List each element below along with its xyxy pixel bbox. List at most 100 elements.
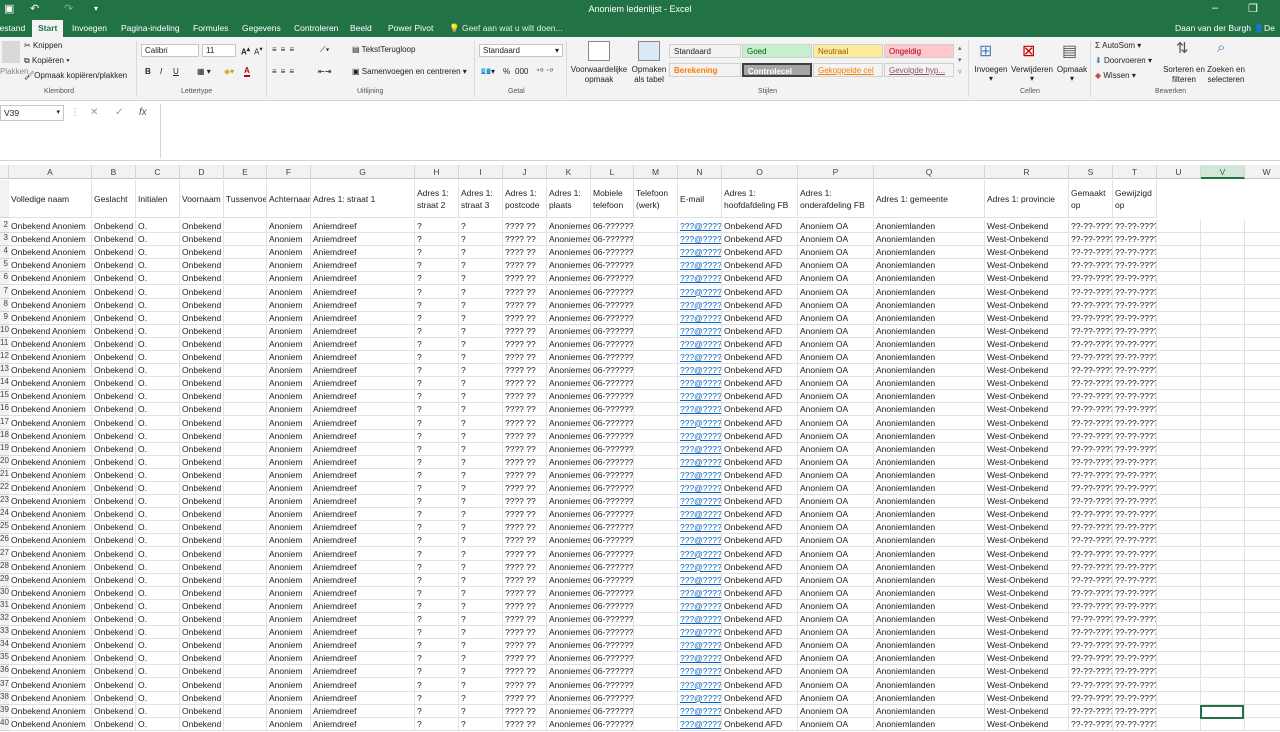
- table-cell[interactable]: [224, 311, 267, 325]
- table-cell[interactable]: [1157, 613, 1201, 627]
- table-cell[interactable]: Anoniem OA: [798, 455, 874, 469]
- table-cell[interactable]: ?: [415, 337, 459, 351]
- format-painter-button[interactable]: 🖌Opmaak kopiëren/plakken: [24, 71, 127, 80]
- table-cell[interactable]: [1245, 351, 1280, 365]
- table-cell[interactable]: Anoniemes: [547, 337, 591, 351]
- table-cell[interactable]: Anoniemes: [547, 403, 591, 417]
- table-cell[interactable]: [634, 508, 678, 522]
- table-cell[interactable]: [634, 403, 678, 417]
- row-header[interactable]: 19: [0, 442, 9, 456]
- table-cell[interactable]: Onbekend: [92, 586, 136, 600]
- table-cell[interactable]: Anoniem OA: [798, 626, 874, 640]
- table-cell[interactable]: ??-??-????: [1113, 416, 1157, 430]
- table-cell[interactable]: [1201, 403, 1245, 417]
- table-cell[interactable]: Onbekend AFD: [722, 482, 798, 496]
- table-cell[interactable]: Anoniemes: [547, 351, 591, 365]
- table-cell[interactable]: [1245, 665, 1280, 679]
- table-cell[interactable]: [1157, 521, 1201, 535]
- table-cell[interactable]: Onbekend AFD: [722, 678, 798, 692]
- table-cell[interactable]: [1157, 508, 1201, 522]
- table-cell[interactable]: Onbekend Anoniem: [9, 337, 92, 351]
- table-cell[interactable]: Anoniem OA: [798, 259, 874, 273]
- table-cell[interactable]: Anoniemes: [547, 560, 591, 574]
- table-cell[interactable]: 06-????????: [591, 665, 634, 679]
- table-cell[interactable]: ?: [415, 691, 459, 705]
- table-cell[interactable]: ?: [459, 377, 503, 391]
- table-cell[interactable]: ?: [459, 482, 503, 496]
- style-ongeldig[interactable]: Ongeldig: [884, 44, 954, 58]
- style-neutraal[interactable]: Neutraal: [813, 44, 883, 58]
- table-cell[interactable]: O.: [136, 678, 180, 692]
- table-cell[interactable]: ???? ??: [503, 508, 547, 522]
- table-cell[interactable]: O.: [136, 665, 180, 679]
- table-cell[interactable]: [634, 652, 678, 666]
- table-cell[interactable]: Anoniem OA: [798, 599, 874, 613]
- table-cell[interactable]: Onbekend Anoniem: [9, 233, 92, 247]
- table-cell[interactable]: ???? ??: [503, 311, 547, 325]
- table-cell[interactable]: [1201, 691, 1245, 705]
- table-cell[interactable]: Onbekend Anoniem: [9, 586, 92, 600]
- column-title-cell[interactable]: Gewijzigd op: [1113, 180, 1157, 218]
- table-cell[interactable]: Aniemdreef: [311, 652, 415, 666]
- table-cell[interactable]: [634, 442, 678, 456]
- table-cell[interactable]: Anoniem: [267, 639, 311, 653]
- table-cell[interactable]: Onbekend: [92, 272, 136, 286]
- table-cell[interactable]: 06-????????: [591, 298, 634, 312]
- row-header[interactable]: 32: [0, 613, 9, 627]
- table-cell[interactable]: ?: [415, 220, 459, 234]
- table-cell[interactable]: ?: [415, 259, 459, 273]
- row-header[interactable]: 28: [0, 560, 9, 574]
- table-cell[interactable]: [634, 337, 678, 351]
- table-cell[interactable]: [634, 233, 678, 247]
- table-cell[interactable]: ?: [415, 272, 459, 286]
- bold-button[interactable]: B: [145, 67, 151, 76]
- table-cell[interactable]: Anoniemes: [547, 298, 591, 312]
- table-cell[interactable]: [1157, 482, 1201, 496]
- table-cell[interactable]: Anoniem: [267, 534, 311, 548]
- column-header-t[interactable]: T: [1113, 165, 1157, 179]
- table-cell[interactable]: Onbekend Anoniem: [9, 573, 92, 587]
- table-cell[interactable]: ?: [415, 521, 459, 535]
- table-cell[interactable]: ?: [459, 599, 503, 613]
- table-cell[interactable]: Anoniemlanden: [874, 573, 985, 587]
- table-cell[interactable]: Anoniem OA: [798, 639, 874, 653]
- table-cell[interactable]: [1245, 508, 1280, 522]
- table-cell[interactable]: Onbekend: [180, 220, 224, 234]
- table-cell[interactable]: ?: [415, 560, 459, 574]
- table-cell[interactable]: 06-????????: [591, 311, 634, 325]
- tell-me-input[interactable]: 💡 Geef aan wat u wilt doen...: [449, 23, 563, 34]
- table-cell[interactable]: Onbekend: [92, 377, 136, 391]
- table-cell[interactable]: Onbekend: [180, 717, 224, 731]
- table-cell[interactable]: ??-??-????: [1113, 429, 1157, 443]
- table-cell[interactable]: ??-??-????: [1069, 233, 1113, 247]
- table-cell[interactable]: Aniemdreef: [311, 521, 415, 535]
- table-cell[interactable]: Onbekend Anoniem: [9, 351, 92, 365]
- column-header-o[interactable]: O: [722, 165, 798, 179]
- table-cell[interactable]: Onbekend: [180, 547, 224, 561]
- table-cell[interactable]: Anoniem OA: [798, 704, 874, 718]
- table-cell[interactable]: ??-??-????: [1069, 220, 1113, 234]
- table-cell[interactable]: [224, 429, 267, 443]
- email-link-cell[interactable]: ???@????.: [678, 652, 722, 666]
- table-cell[interactable]: Anoniemes: [547, 311, 591, 325]
- row-header[interactable]: 5: [0, 259, 9, 273]
- table-cell[interactable]: O.: [136, 482, 180, 496]
- table-cell[interactable]: Anoniem OA: [798, 233, 874, 247]
- table-cell[interactable]: [224, 377, 267, 391]
- table-cell[interactable]: [1201, 324, 1245, 338]
- column-header-l[interactable]: L: [591, 165, 634, 179]
- font-color-icon[interactable]: A: [244, 66, 250, 77]
- table-cell[interactable]: Onbekend: [92, 455, 136, 469]
- table-cell[interactable]: [224, 285, 267, 299]
- table-cell[interactable]: Aniemdreef: [311, 560, 415, 574]
- table-cell[interactable]: ?: [459, 324, 503, 338]
- table-cell[interactable]: ?: [415, 547, 459, 561]
- table-cell[interactable]: ?: [459, 586, 503, 600]
- table-cell[interactable]: Anoniem: [267, 364, 311, 378]
- table-cell[interactable]: 06-????????: [591, 390, 634, 404]
- table-cell[interactable]: Onbekend AFD: [722, 364, 798, 378]
- table-cell[interactable]: ??-??-????: [1069, 390, 1113, 404]
- table-cell[interactable]: ??-??-????: [1069, 324, 1113, 338]
- table-cell[interactable]: Onbekend Anoniem: [9, 403, 92, 417]
- table-cell[interactable]: Onbekend: [180, 403, 224, 417]
